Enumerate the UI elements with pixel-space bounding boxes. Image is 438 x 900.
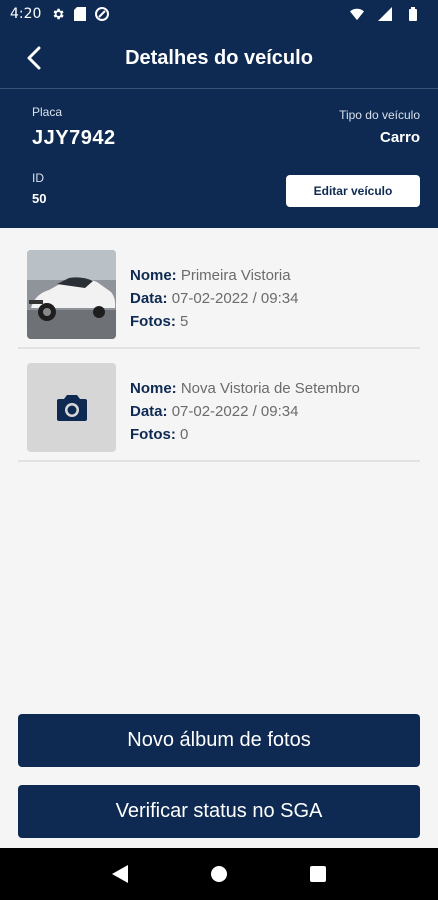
vehicle-summary: Placa JJY7942 Tipo do veículo Carro ID 5… <box>0 89 438 228</box>
status-bar: 4:20 <box>0 0 438 28</box>
page-title: Detalhes do veículo <box>125 46 313 69</box>
gear-icon <box>51 7 65 21</box>
album-photos-key: Fotos: <box>130 313 176 330</box>
nav-recents-button[interactable] <box>303 859 333 889</box>
album-photos-key: Fotos: <box>130 426 176 443</box>
status-time: 4:20 <box>10 6 42 22</box>
sync-icon <box>95 7 110 21</box>
list-item[interactable]: Nome: Nova Vistoria de Setembro Data: 07… <box>18 349 420 462</box>
album-name-key: Nome: <box>130 267 177 284</box>
plate-label: Placa <box>32 105 63 119</box>
album-date-key: Data: <box>130 403 168 420</box>
album-date: 07-02-2022 / 09:34 <box>171 290 299 307</box>
camera-icon <box>56 394 87 421</box>
app-bar: Detalhes do veículo <box>0 28 438 88</box>
nav-back-button[interactable] <box>105 859 135 889</box>
album-list: Nome: Primeira Vistoria Data: 07-02-2022… <box>0 236 438 462</box>
back-button[interactable] <box>18 42 50 74</box>
new-album-button[interactable]: Novo álbum de fotos <box>18 714 420 767</box>
check-sga-status-button[interactable]: Verificar status no SGA <box>18 785 420 838</box>
home-circle-icon <box>210 866 227 882</box>
album-name: Nova Vistoria de Setembro <box>180 380 360 397</box>
plate-value: JJY7942 <box>32 127 116 149</box>
id-value: 50 <box>32 191 47 206</box>
recents-square-icon <box>310 866 327 882</box>
back-triangle-icon <box>111 865 128 883</box>
album-name: Primeira Vistoria <box>180 267 291 284</box>
chevron-left-icon <box>27 46 41 70</box>
album-info: Nome: Primeira Vistoria Data: 07-02-2022… <box>130 264 298 333</box>
album-thumbnail-placeholder <box>27 363 116 452</box>
album-name-key: Nome: <box>130 380 177 397</box>
album-info: Nome: Nova Vistoria de Setembro Data: 07… <box>130 377 360 446</box>
vehicle-type-label: Tipo do veículo <box>339 108 420 122</box>
album-date: 07-02-2022 / 09:34 <box>171 403 299 420</box>
car-photo-thumbnail <box>27 250 116 339</box>
edit-vehicle-button[interactable]: Editar veículo <box>286 175 420 207</box>
album-date-key: Data: <box>130 290 168 307</box>
battery-icon <box>406 7 420 21</box>
wifi-icon <box>350 7 364 21</box>
list-item[interactable]: Nome: Primeira Vistoria Data: 07-02-2022… <box>18 236 420 349</box>
nav-home-button[interactable] <box>204 859 234 889</box>
album-photos-count: 5 <box>180 313 189 330</box>
sd-card-icon <box>73 7 87 21</box>
id-label: ID <box>32 171 44 185</box>
vehicle-type-value: Carro <box>379 129 420 146</box>
signal-icon <box>378 7 392 21</box>
system-nav-bar <box>0 848 438 900</box>
album-photos-count: 0 <box>180 426 189 443</box>
